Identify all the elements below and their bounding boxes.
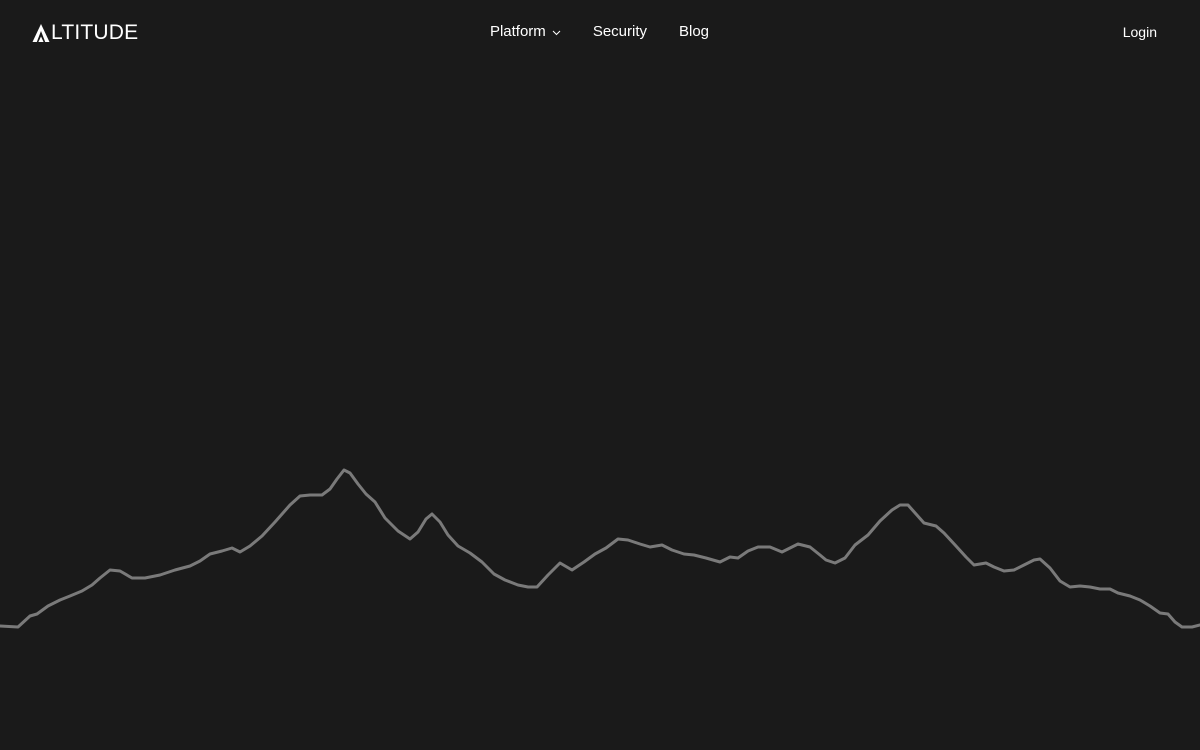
mountain-ridge-line — [0, 468, 1200, 629]
primary-nav: Platform Security Blog — [0, 22, 1200, 42]
mountain-ridge-graphic — [0, 468, 1200, 629]
nav-item-label: Platform — [489, 23, 546, 40]
nav-item-blog[interactable]: Blog — [679, 22, 709, 42]
nav-item-label: Blog — [679, 23, 710, 40]
login-link[interactable]: Login — [1123, 22, 1157, 42]
top-navbar: LTITUDE Platform Security Blog Login — [0, 0, 1200, 64]
chevron-down-icon — [552, 30, 561, 35]
nav-item-platform[interactable]: Platform — [490, 22, 561, 42]
nav-item-security[interactable]: Security — [593, 22, 647, 42]
nav-item-label: Security — [592, 23, 647, 40]
landing-page: LTITUDE Platform Security Blog Login — [0, 0, 1200, 750]
